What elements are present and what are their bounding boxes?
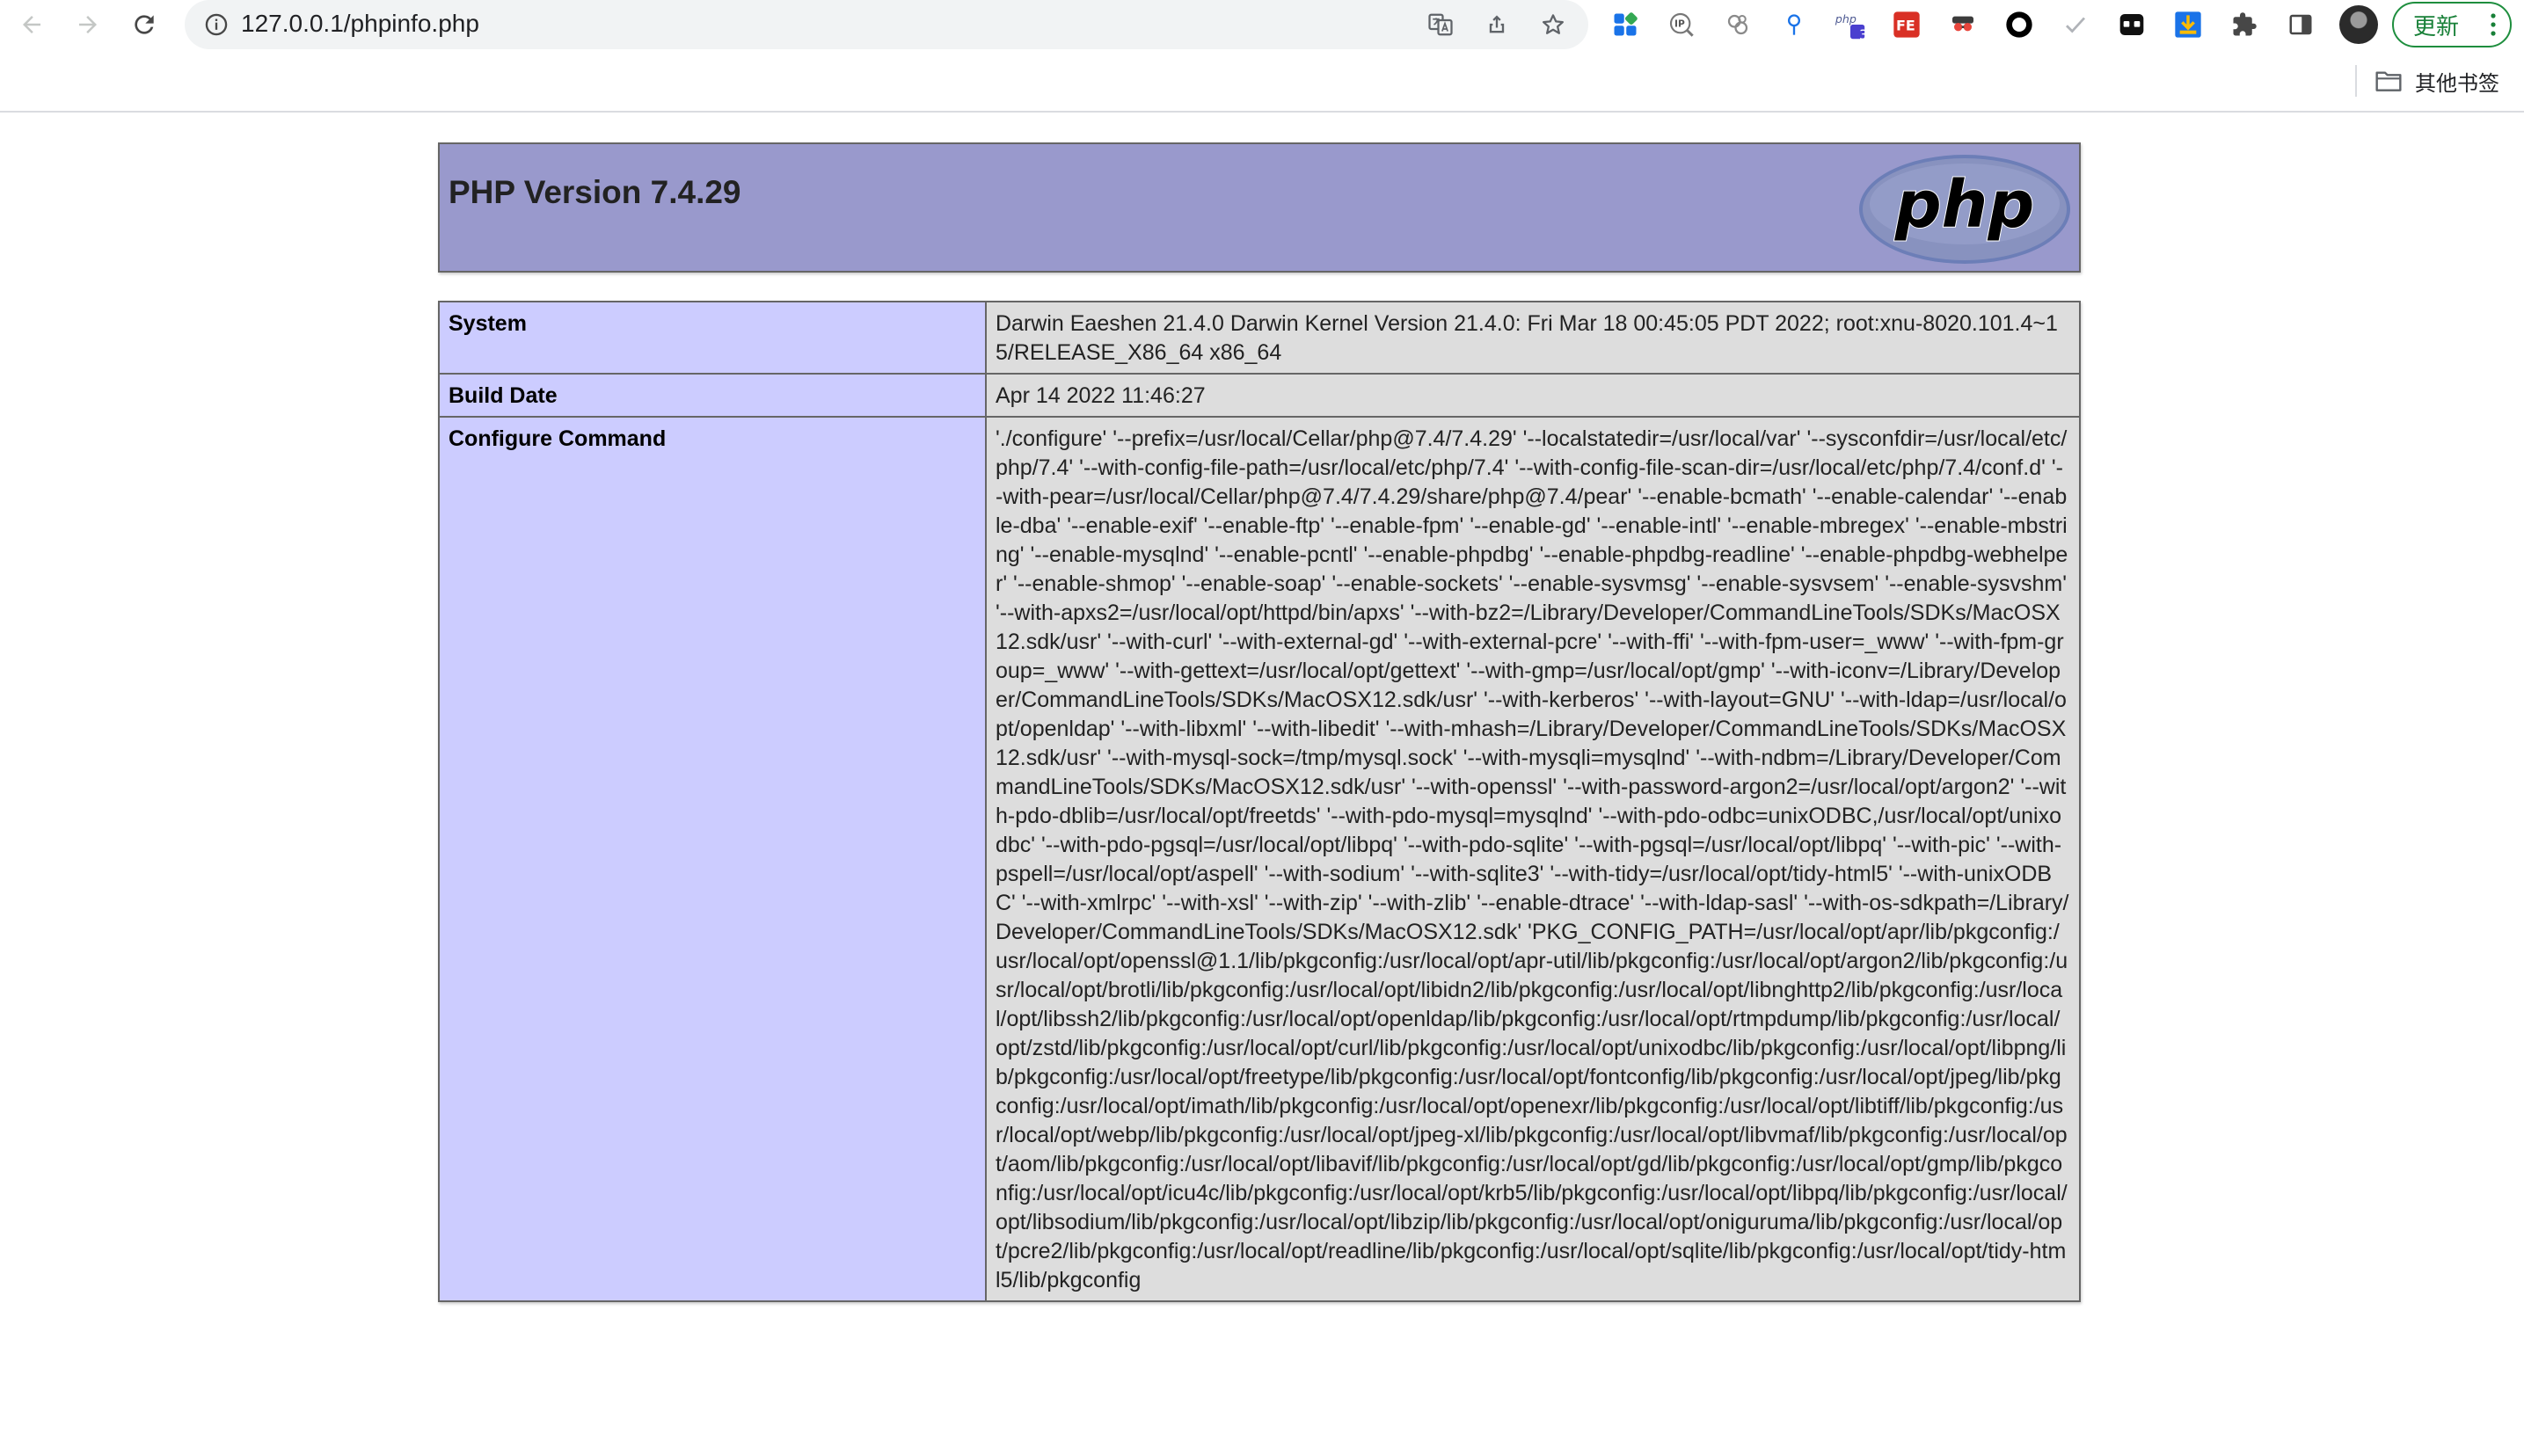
row-value-configure-command: './configure' '--prefix=/usr/local/Cella… <box>985 416 2081 1302</box>
row-value-build-date: Apr 14 2022 11:46:27 <box>985 373 2081 418</box>
extension-mask-icon[interactable] <box>2116 9 2148 40</box>
extension-download-icon[interactable] <box>2172 9 2204 40</box>
row-value-system: Darwin Eaeshen 21.4.0 Darwin Kernel Vers… <box>985 301 2081 375</box>
back-icon <box>23 16 40 33</box>
extension-glasses-icon[interactable] <box>1947 9 1979 40</box>
reload-icon <box>135 15 154 34</box>
extension-pin-icon[interactable] <box>1778 9 1810 40</box>
svg-text:php: php <box>1835 12 1857 25</box>
extensions-puzzle-icon[interactable] <box>2229 9 2260 40</box>
site-info-icon[interactable] <box>204 12 229 37</box>
browser-toolbar: 127.0.0.1/phpinfo.php IP php 3 FE 更新 <box>0 0 2524 49</box>
extension-circle-icon[interactable] <box>2003 9 2035 40</box>
other-bookmarks-label: 其他书签 <box>2415 71 2499 96</box>
bookmarks-bar: 其他书签 <box>0 49 2524 113</box>
back-button[interactable] <box>14 7 49 42</box>
table-row: System Darwin Eaeshen 21.4.0 Darwin Kern… <box>438 301 2081 375</box>
update-button-label: 更新 <box>2413 12 2460 40</box>
page-title: PHP Version 7.4.29 <box>449 174 741 210</box>
extension-fe-icon[interactable]: FE <box>1891 9 1922 40</box>
bookmark-star-icon[interactable] <box>1539 11 1567 39</box>
translate-icon[interactable] <box>1426 11 1455 39</box>
php-logo[interactable]: php <box>1857 153 2072 266</box>
side-panel-icon[interactable] <box>2285 9 2316 40</box>
other-bookmarks-folder[interactable]: 其他书签 <box>2374 65 2499 97</box>
extension-check-icon[interactable] <box>2060 9 2091 40</box>
bookmarks-separator <box>2355 65 2357 97</box>
menu-dots-icon <box>2491 13 2496 36</box>
folder-icon <box>2375 71 2402 91</box>
page-content: PHP Version 7.4.29 php System Darwin Eae… <box>0 113 2524 1456</box>
svg-text:IP: IP <box>1674 18 1685 30</box>
profile-avatar[interactable] <box>2339 5 2378 44</box>
update-button[interactable]: 更新 <box>2392 2 2512 47</box>
address-bar[interactable]: 127.0.0.1/phpinfo.php <box>185 0 1588 49</box>
extension-chain-icon[interactable] <box>1722 9 1754 40</box>
row-key-system: System <box>438 301 987 375</box>
table-row: Configure Command './configure' '--prefi… <box>438 416 2081 1302</box>
row-key-build-date: Build Date <box>438 373 987 418</box>
table-row: Build Date Apr 14 2022 11:46:27 <box>438 373 2081 418</box>
share-icon[interactable] <box>1483 11 1511 39</box>
php-version-header: PHP Version 7.4.29 php <box>438 142 2081 273</box>
forward-icon <box>79 16 97 33</box>
phpinfo-table: System Darwin Eaeshen 21.4.0 Darwin Kern… <box>438 301 2081 1302</box>
svg-text:FE: FE <box>1896 18 1915 34</box>
extension-ip-icon[interactable]: IP <box>1666 9 1697 40</box>
extension-php-icon[interactable]: php 3 <box>1835 9 1869 43</box>
reload-button[interactable] <box>127 7 162 42</box>
extension-badge: 3 <box>1859 26 1869 43</box>
forward-button[interactable] <box>70 7 106 42</box>
url-text[interactable]: 127.0.0.1/phpinfo.php <box>241 10 479 38</box>
php-logo-text: php <box>1894 167 2035 243</box>
extension-apps-icon[interactable] <box>1609 9 1641 40</box>
row-key-configure-command: Configure Command <box>438 416 987 1302</box>
